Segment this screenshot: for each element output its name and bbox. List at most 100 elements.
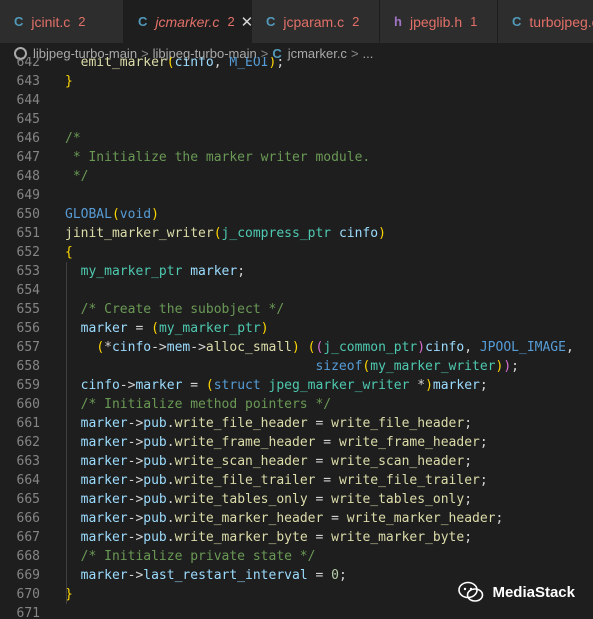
code-text: */ (65, 169, 89, 184)
line-number: 651 (16, 226, 40, 241)
line-number: 667 (16, 530, 40, 545)
line-number: 655 (16, 302, 40, 317)
code-text: jinit_marker_writer(j_compress_ptr cinfo… (65, 226, 386, 241)
code-line[interactable]: 646 /* (0, 129, 593, 148)
line-number: 646 (16, 131, 40, 146)
line-number: 645 (16, 112, 40, 127)
c-file-icon: C (138, 14, 148, 29)
code-text: * Initialize the marker writer module. (65, 150, 371, 165)
code-line[interactable]: 643} (0, 72, 593, 91)
code-text: emit_marker(cinfo, M_EOI); (80, 57, 285, 70)
problem-count-badge: 2 (352, 14, 360, 29)
tab-label: jcinit.c (31, 13, 71, 30)
code-text: marker->pub.write_scan_header = write_sc… (80, 454, 473, 469)
tab-jcparam[interactable]: C jcparam.c 2 (252, 0, 380, 43)
line-number: 653 (16, 264, 40, 279)
code-text: marker->pub.write_marker_byte = write_ma… (80, 530, 473, 545)
code-text: cinfo->marker = (struct jpeg_marker_writ… (80, 378, 488, 393)
line-number: 668 (16, 549, 40, 564)
indent-guide (66, 262, 67, 604)
editor-tab-bar: C jcinit.c 2 C jcmarker.c 2 ✕ C jcparam.… (0, 0, 593, 43)
line-number: 650 (16, 207, 40, 222)
line-number: 671 (16, 606, 40, 619)
watermark-text: MediaStack (492, 583, 575, 601)
tab-jcinit[interactable]: C jcinit.c 2 (0, 0, 124, 43)
code-text: marker->pub.write_file_trailer = write_f… (80, 473, 488, 488)
line-number: 656 (16, 321, 40, 336)
code-line[interactable]: 660 /* Initialize method pointers */ (0, 395, 593, 414)
code-text: /* Initialize private state */ (65, 549, 316, 564)
code-line[interactable]: 665 marker->pub.write_tables_only = writ… (0, 490, 593, 509)
wechat-icon (458, 581, 484, 602)
code-line[interactable]: 656 marker = (my_marker_ptr) (0, 319, 593, 338)
code-text: marker = (my_marker_ptr) (80, 321, 269, 336)
problem-count-badge: 2 (227, 14, 235, 29)
line-number: 669 (16, 568, 40, 583)
code-text: marker->pub.write_marker_header = write_… (80, 511, 504, 526)
code-line[interactable]: 642 emit_marker(cinfo, M_EOI); (0, 57, 593, 72)
line-number: 654 (16, 283, 40, 298)
code-line[interactable]: 663 marker->pub.write_scan_header = writ… (0, 452, 593, 471)
line-number: 648 (16, 169, 40, 184)
code-text: marker->pub.write_frame_header = write_f… (80, 435, 488, 450)
code-text: my_marker_ptr marker; (80, 264, 246, 279)
tab-label: jcparam.c (283, 13, 345, 30)
line-number: 642 (16, 57, 40, 70)
code-text: /* Initialize method pointers */ (65, 397, 332, 412)
line-number: 665 (16, 492, 40, 507)
code-text: GLOBAL(void) (65, 207, 159, 222)
tab-jcmarker[interactable]: C jcmarker.c 2 ✕ (124, 0, 253, 43)
code-text: { (65, 245, 73, 260)
code-line[interactable]: 644 (0, 91, 593, 110)
code-line[interactable]: 668 /* Initialize private state */ (0, 547, 593, 566)
code-text: (*cinfo->mem->alloc_small) ((j_common_pt… (96, 340, 574, 355)
code-text: /* (65, 131, 81, 146)
code-text: marker->last_restart_interval = 0; (80, 568, 347, 583)
code-line[interactable]: 645 (0, 110, 593, 129)
code-line[interactable]: 651 jinit_marker_writer(j_compress_ptr ci… (0, 224, 593, 243)
problem-count-badge: 2 (78, 14, 86, 29)
code-text: /* Create the subobject */ (65, 302, 285, 317)
code-line[interactable]: 647 * Initialize the marker writer modul… (0, 148, 593, 167)
code-text: marker->pub.write_tables_only = write_ta… (80, 492, 473, 507)
code-line[interactable]: 659 cinfo->marker = (struct jpeg_marker_… (0, 376, 593, 395)
code-text: sizeof(my_marker_writer)); (315, 359, 519, 374)
code-line[interactable]: 661 marker->pub.write_file_header = writ… (0, 414, 593, 433)
line-number: 658 (16, 359, 40, 374)
code-line[interactable]: 657 (*cinfo->mem->alloc_small) ((j_commo… (0, 338, 593, 357)
line-number: 644 (16, 93, 40, 108)
line-number: 664 (16, 473, 40, 488)
c-file-icon: C (512, 14, 522, 29)
code-line[interactable]: 649 (0, 186, 593, 205)
tab-turbojpeg[interactable]: C turbojpeg.c (498, 0, 593, 43)
code-line[interactable]: 662 marker->pub.write_frame_header = wri… (0, 433, 593, 452)
code-text: marker->pub.write_file_header = write_fi… (80, 416, 473, 431)
code-line[interactable]: 653 my_marker_ptr marker; (0, 262, 593, 281)
code-editor[interactable]: 642 emit_marker(cinfo, M_EOI); 643} 644 645… (0, 57, 593, 619)
line-number: 647 (16, 150, 40, 165)
line-number: 659 (16, 378, 40, 393)
line-number: 643 (16, 74, 40, 89)
line-number: 660 (16, 397, 40, 412)
code-line[interactable]: 652 { (0, 243, 593, 262)
line-number: 649 (16, 188, 40, 203)
code-line[interactable]: 658 sizeof(my_marker_writer)); (0, 357, 593, 376)
code-line[interactable]: 650 GLOBAL(void) (0, 205, 593, 224)
tab-jpeglib[interactable]: h jpeglib.h 1 (380, 0, 498, 43)
problem-count-badge: 1 (470, 14, 478, 29)
code-line[interactable]: 671 (0, 604, 593, 619)
tab-label: turbojpeg.c (529, 13, 593, 30)
code-line[interactable]: 648 */ (0, 167, 593, 186)
code-line[interactable]: 655 /* Create the subobject */ (0, 300, 593, 319)
line-number: 652 (16, 245, 40, 260)
code-line[interactable]: 666 marker->pub.write_marker_header = wr… (0, 509, 593, 528)
watermark: MediaStack (458, 581, 575, 603)
code-line[interactable]: 654 (0, 281, 593, 300)
code-line[interactable]: 664 marker->pub.write_file_trailer = wri… (0, 471, 593, 490)
code-line[interactable]: 667 marker->pub.write_marker_byte = writ… (0, 528, 593, 547)
c-file-icon: C (14, 14, 24, 29)
tab-label: jcmarker.c (155, 13, 220, 30)
header-file-icon: h (394, 14, 402, 29)
line-number: 662 (16, 435, 40, 450)
line-number: 661 (16, 416, 40, 431)
